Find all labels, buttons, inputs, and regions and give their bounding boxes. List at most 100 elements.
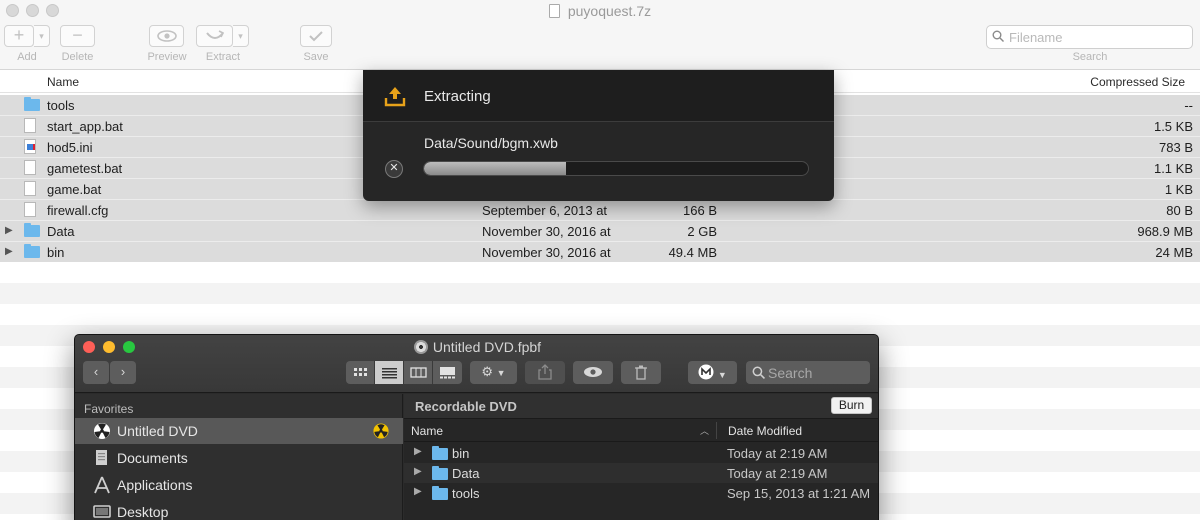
folder-icon <box>432 486 448 500</box>
gallery-view-button[interactable] <box>433 361 462 384</box>
folder-icon <box>24 223 40 237</box>
column-compressed-size[interactable]: Compressed Size <box>1090 75 1185 89</box>
add-label: Add <box>17 51 37 63</box>
finder-search-field[interactable] <box>746 361 870 384</box>
file-size: 49.4 MB <box>668 245 717 260</box>
finder-window: Untitled DVD.fpbf ‹ › ⚙ ▼ ▼ Favorites <box>74 334 879 520</box>
file-name: game.bat <box>47 182 102 197</box>
list-item[interactable]: ▶ tools Sep 15, 2013 at 1:21 AM <box>404 483 878 503</box>
save-button[interactable] <box>300 25 332 47</box>
share-button[interactable] <box>525 361 565 384</box>
chevron-down-icon: ▼ <box>717 370 727 380</box>
documents-icon <box>96 450 107 465</box>
list-item[interactable]: ▶ bin Today at 2:19 AM <box>404 443 878 463</box>
filename-search-field[interactable] <box>986 25 1193 49</box>
filename-search-input[interactable] <box>1009 28 1187 46</box>
m-circle-icon <box>698 364 714 380</box>
window-title: puyoquest.7z <box>0 3 1200 19</box>
item-name: bin <box>452 446 470 461</box>
eye-icon <box>156 30 177 42</box>
table-row[interactable]: ▶ bin November 30, 2016 at 49.4 MB 24 MB <box>0 242 1200 263</box>
table-row[interactable]: ▶ Data November 30, 2016 at 2 GB 968.9 MB <box>0 221 1200 242</box>
burn-folder-icon <box>94 423 110 439</box>
list-icon <box>382 368 397 379</box>
column-name[interactable]: Name <box>47 75 79 89</box>
preview-button[interactable] <box>149 25 184 47</box>
file-icon <box>24 118 36 133</box>
file-size: 166 B <box>683 203 717 218</box>
quick-look-button[interactable] <box>573 361 613 384</box>
extract-dropdown-button[interactable]: ▾ <box>233 25 249 47</box>
list-view-button[interactable] <box>375 361 404 384</box>
icon-view-button[interactable] <box>346 361 375 384</box>
file-compressed-size: 24 MB <box>1155 245 1193 260</box>
sidebar-item-desktop[interactable]: Desktop <box>75 499 403 520</box>
archive-document-icon <box>548 4 560 18</box>
search-icon <box>752 366 765 379</box>
action-menu-button[interactable]: ⚙ ▼ <box>470 361 517 384</box>
finder-search-input[interactable] <box>768 364 866 381</box>
file-compressed-size: 80 B <box>1166 203 1193 218</box>
file-compressed-size: 968.9 MB <box>1137 224 1193 239</box>
file-icon <box>24 181 36 196</box>
extracting-panel: Extracting Data/Sound/bgm.xwb ✕ <box>363 70 834 201</box>
extract-arrow-icon <box>205 30 224 39</box>
recordable-dvd-title: Recordable DVD <box>415 399 517 414</box>
sidebar-item-applications[interactable]: Applications <box>75 472 403 498</box>
delete-button[interactable]: − <box>60 25 95 47</box>
trash-icon <box>635 365 647 380</box>
column-view-button[interactable] <box>404 361 433 384</box>
trash-button[interactable] <box>621 361 661 384</box>
disclosure-triangle-icon[interactable]: ▶ <box>414 446 422 457</box>
disclosure-triangle-icon[interactable]: ▶ <box>5 225 13 236</box>
folder-icon <box>24 97 40 111</box>
back-button[interactable]: ‹ <box>83 361 109 384</box>
content-column-header: Name ︿ Date Modified <box>404 420 878 442</box>
file-icon <box>24 160 36 175</box>
file-size: 2 GB <box>687 224 717 239</box>
favorites-heading: Favorites <box>84 402 134 416</box>
cancel-extract-button[interactable]: ✕ <box>385 160 403 178</box>
extract-progress-bar <box>423 161 809 176</box>
file-compressed-size: 1.5 KB <box>1153 119 1193 134</box>
item-date-modified: Today at 2:19 AM <box>727 446 828 461</box>
file-name: Data <box>47 224 75 239</box>
file-name: tools <box>47 98 75 113</box>
burn-menu-button[interactable]: ▼ <box>688 361 737 384</box>
extract-button[interactable] <box>196 25 233 47</box>
folder-icon <box>432 446 448 460</box>
finder-content: Recordable DVD Burn Name ︿ Date Modified… <box>404 394 878 520</box>
sidebar-item-documents[interactable]: Documents <box>75 445 403 471</box>
file-compressed-size: 1.1 KB <box>1153 161 1193 176</box>
plus-icon: + <box>13 25 25 45</box>
file-compressed-size: 1 KB <box>1164 182 1193 197</box>
burn-button[interactable]: Burn <box>831 397 872 414</box>
column-date-modified[interactable]: Date Modified <box>728 424 802 438</box>
sidebar-item-untitled-dvd[interactable]: Untitled DVD <box>75 418 403 444</box>
chevron-right-icon: › <box>120 364 126 379</box>
chevron-down-icon: ▾ <box>238 31 243 41</box>
forward-button[interactable]: › <box>110 361 136 384</box>
radioactive-icon <box>373 423 389 439</box>
file-compressed-size: 783 B <box>1159 140 1193 155</box>
archive-toolbar: puyoquest.7z + ▾ Add − Delete Preview ▾ … <box>0 0 1200 70</box>
checkmark-icon <box>309 31 323 42</box>
folder-icon <box>24 244 40 258</box>
eye-icon <box>584 367 602 377</box>
table-row[interactable]: firewall.cfg September 6, 2013 at 166 B 80 … <box>0 200 1200 221</box>
file-name: firewall.cfg <box>47 203 109 218</box>
file-name: hod5.ini <box>47 140 93 155</box>
disclosure-triangle-icon[interactable]: ▶ <box>414 486 422 497</box>
disclosure-triangle-icon[interactable]: ▶ <box>414 466 422 477</box>
search-label: Search <box>1072 51 1108 63</box>
share-icon <box>538 364 552 380</box>
chevron-down-icon: ▼ <box>496 368 506 378</box>
add-dropdown-button[interactable]: ▾ <box>34 25 50 47</box>
file-name: start_app.bat <box>47 119 123 134</box>
disclosure-triangle-icon[interactable]: ▶ <box>5 246 13 257</box>
add-button[interactable]: + <box>4 25 34 47</box>
applications-icon <box>94 476 110 494</box>
delete-label: Delete <box>61 51 94 63</box>
list-item[interactable]: ▶ Data Today at 2:19 AM <box>404 463 878 483</box>
column-name[interactable]: Name <box>411 424 443 438</box>
